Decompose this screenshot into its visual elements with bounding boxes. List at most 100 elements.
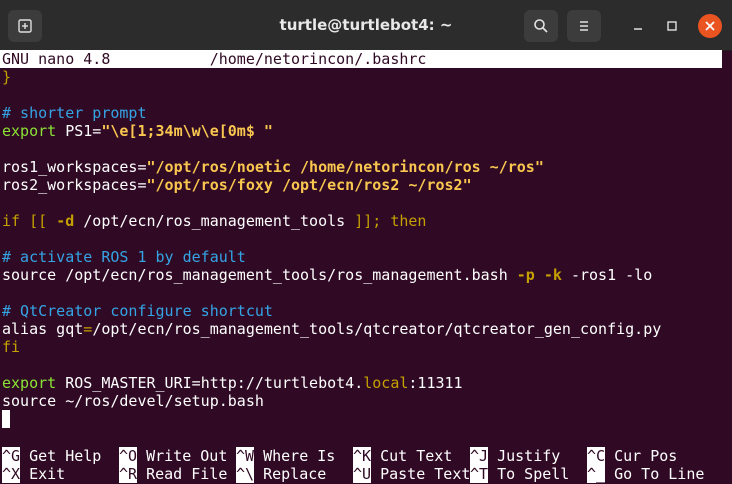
shortcut-where-is[interactable]: ^W Where Is [236, 447, 335, 465]
string-value: "/opt/ros/noetic /home/netorincon/ros ~/… [146, 158, 544, 176]
shortcut-label: Where Is [254, 447, 336, 465]
shortcut-key: ^K [353, 447, 372, 465]
editor-line: if [[ -d /opt/ecn/ros_management_tools ]… [0, 212, 732, 230]
shortcut-justify[interactable]: ^J Justify [470, 447, 560, 465]
variable-name: ros1_workspaces= [2, 158, 147, 176]
editor-line: # shorter prompt [0, 104, 732, 122]
minimize-icon [634, 28, 642, 30]
variable-name: PS1= [56, 122, 102, 140]
shortcut-cut-text[interactable]: ^K Cut Text [353, 447, 452, 465]
maximize-button[interactable] [660, 14, 684, 38]
shortcut-key: ^G [2, 447, 21, 465]
shortcut-label: Exit [20, 465, 66, 483]
path-text: /opt/ecn/ros_management_tools [74, 212, 355, 230]
editor-line: source ~/ros/devel/setup.bash [0, 392, 732, 410]
shortcut-paste-text[interactable]: ^U Paste Text [353, 465, 470, 483]
comment-text: # activate ROS 1 by default [2, 248, 246, 266]
flag-text: -k [543, 266, 562, 284]
command-text: source /opt/ecn/ros_management_tools/ros… [2, 266, 517, 284]
editor-line: ros1_workspaces="/opt/ros/noetic /home/n… [0, 158, 732, 176]
shortcut-key: ^T [470, 465, 489, 483]
keyword: local [363, 374, 409, 392]
shortcut-key: ^O [119, 447, 138, 465]
minimize-button[interactable] [626, 14, 650, 38]
shortcut-label: Cut Text [371, 447, 453, 465]
path-text: /opt/ecn/ros_management_tools/qtcreator/… [92, 320, 662, 338]
operator-text: = [83, 320, 93, 338]
search-button[interactable] [524, 10, 558, 42]
shortcut-key: ^_ [587, 465, 606, 483]
command-text: alias gqt [2, 320, 84, 338]
shortcut-label: Go To Line [605, 465, 705, 483]
string-value: "\e[1;34m\w\e[0m$ " [101, 122, 273, 140]
shortcut-replace[interactable]: ^\ Replace [236, 465, 326, 483]
shortcut-key: ^W [236, 447, 255, 465]
terminal-content[interactable]: GNU nano 4.8 /home/netorincon/.bashrc } … [0, 50, 732, 484]
shortcut-label: Justify [488, 447, 561, 465]
close-icon [705, 21, 715, 31]
keyword: ]]; then [354, 212, 427, 230]
editor-line: export ROS_MASTER_URI=http://turtlebot4.… [0, 374, 732, 392]
shortcut-label: Read File [137, 465, 228, 483]
shortcut-row: ^G Get Help ^O Write Out ^W Where Is ^K … [0, 447, 732, 465]
shortcut-label: Paste Text [371, 465, 471, 483]
text-cursor [2, 410, 10, 428]
shortcut-row: ^X Exit ^R Read File ^\ Replace ^U Paste… [0, 465, 732, 483]
shortcut-label: Cur Pos [605, 447, 678, 465]
shortcut-key: ^J [470, 447, 489, 465]
shortcut-write-out[interactable]: ^O Write Out [119, 447, 227, 465]
keyword: export [2, 122, 57, 140]
nano-header: GNU nano 4.8 /home/netorincon/.bashrc [0, 50, 722, 68]
shortcut-cur-pos[interactable]: ^C Cur Pos [587, 447, 677, 465]
editor-line: ros2_workspaces="/opt/ros/foxy /opt/ecn/… [0, 176, 732, 194]
editor-line: source /opt/ecn/ros_management_tools/ros… [0, 266, 732, 284]
terminal-window: turtle@turtlebot4: ~ GNU nano 4.8 /home/… [0, 0, 732, 484]
comment-text: # QtCreator configure shortcut [2, 302, 273, 320]
flag-text: -p [516, 266, 535, 284]
string-value: "/opt/ros/foxy /opt/ecn/ros2 ~/ros2" [146, 176, 472, 194]
command-text: source ~/ros/devel/setup.bash [2, 392, 264, 410]
shortcut-key: ^R [119, 465, 138, 483]
hamburger-icon [580, 21, 588, 31]
url-text: http://turtlebot4. [200, 374, 364, 392]
nano-shortcut-bar: ^G Get Help ^O Write Out ^W Where Is ^K … [0, 447, 732, 483]
shortcut-go-to-line[interactable]: ^_ Go To Line [587, 465, 704, 483]
window-title: turtle@turtlebot4: ~ [279, 16, 453, 34]
comment-text: # shorter prompt [2, 104, 147, 122]
shortcut-to-spell[interactable]: ^T To Spell [470, 465, 569, 483]
variable-name: ROS_MASTER_URI= [56, 374, 201, 392]
shortcut-key: ^X [2, 465, 21, 483]
editor-line: alias gqt=/opt/ecn/ros_management_tools/… [0, 320, 732, 338]
keyword: if [[ [2, 212, 57, 230]
maximize-icon [667, 21, 677, 31]
shortcut-read-file[interactable]: ^R Read File [119, 465, 227, 483]
variable-name: ros2_workspaces= [2, 176, 147, 194]
shortcut-label: Replace [254, 465, 327, 483]
shortcut-get-help[interactable]: ^G Get Help [2, 447, 101, 465]
editor-line: # QtCreator configure shortcut [0, 302, 732, 320]
editor-line: } [0, 68, 732, 86]
editor-line: # activate ROS 1 by default [0, 248, 732, 266]
keyword: fi [2, 338, 21, 356]
shortcut-exit[interactable]: ^X Exit [2, 465, 65, 483]
shortcut-key: ^\ [236, 465, 255, 483]
editor-line: fi [0, 338, 732, 356]
url-text: :11311 [408, 374, 463, 392]
shortcut-label: To Spell [488, 465, 570, 483]
editor-line [0, 410, 732, 428]
nano-filename: /home/netorincon/.bashrc [209, 50, 427, 68]
shortcut-key: ^C [587, 447, 606, 465]
shortcut-key: ^U [353, 465, 372, 483]
nano-version: GNU nano 4.8 [2, 50, 111, 68]
command-text: -ros1 -lo [561, 266, 653, 284]
editor-line: export PS1="\e[1;34m\w\e[0m$ " [0, 122, 732, 140]
close-button[interactable] [698, 14, 722, 38]
menu-button[interactable] [567, 10, 601, 42]
shortcut-label: Write Out [137, 447, 228, 465]
